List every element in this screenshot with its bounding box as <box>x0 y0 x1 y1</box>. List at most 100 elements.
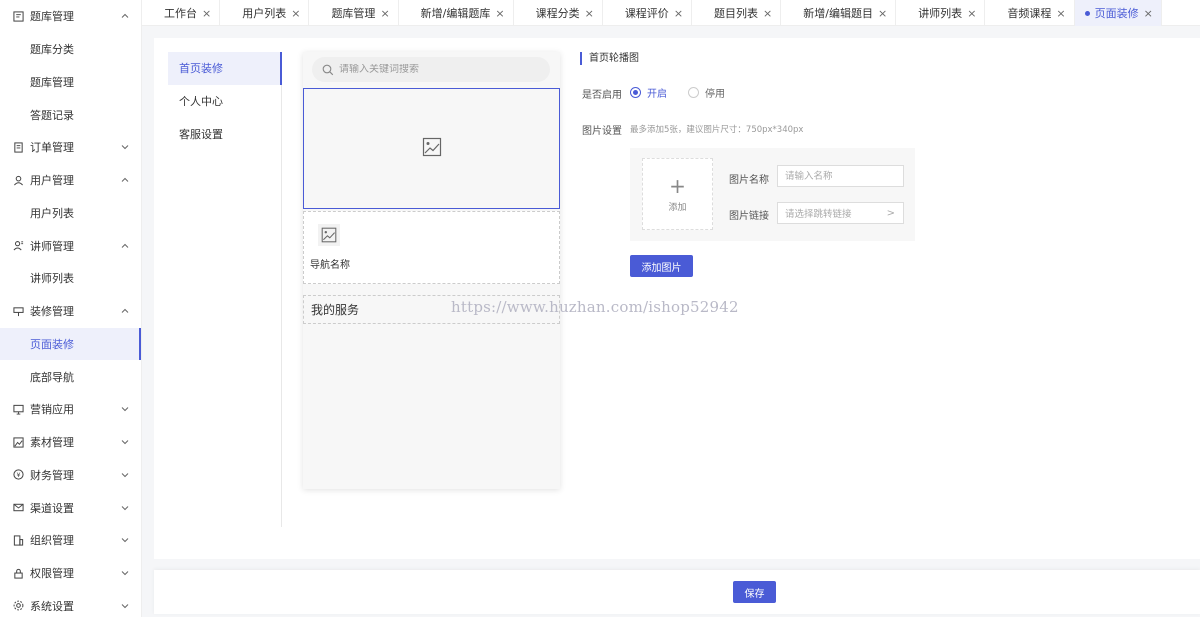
chevron-up-icon <box>121 242 129 250</box>
close-icon[interactable]: × <box>763 7 772 20</box>
radio-circle <box>688 87 699 98</box>
tab[interactable]: 题库管理 × <box>309 0 399 26</box>
marketing-icon <box>12 403 24 415</box>
tab[interactable]: 新增/编辑题库 × <box>399 0 514 26</box>
chevron-down-icon <box>121 602 129 610</box>
sidebar-group-label: 素材管理 <box>30 436 74 450</box>
sidebar-item[interactable]: 用户列表 <box>0 197 141 230</box>
image-item-card: + 添加 图片名称 图片链接 请选择跳转链接 > <box>630 148 915 241</box>
sidebar-group-label: 营销应用 <box>30 403 74 417</box>
add-image-tile[interactable]: + 添加 <box>642 158 713 230</box>
radio-enable-on[interactable]: 开启 <box>630 85 667 100</box>
subnav-item[interactable]: 个人中心 <box>168 85 281 118</box>
chevron-down-icon <box>121 569 129 577</box>
tab-label: 题目列表 <box>714 7 759 20</box>
tab[interactable]: 题目列表 × <box>692 0 782 26</box>
sidebar-group[interactable]: 装修管理 <box>0 295 141 328</box>
section-title: 首页轮播图 <box>580 52 639 65</box>
chevron-up-icon <box>121 176 129 184</box>
close-icon[interactable]: × <box>1056 7 1065 20</box>
subnav-item[interactable]: 首页装修 <box>168 52 282 85</box>
radio-on-label: 开启 <box>647 89 667 100</box>
sidebar-item[interactable]: 页面装修 <box>0 327 141 361</box>
sidebar-group[interactable]: ¥ 财务管理 <box>0 459 141 492</box>
sidebar-item[interactable]: 底部导航 <box>0 360 141 393</box>
image-link-label: 图片链接 <box>729 211 769 222</box>
nav-block[interactable]: 导航名称 <box>303 211 560 284</box>
tab[interactable]: 用户列表 × <box>220 0 310 26</box>
channel-icon <box>12 502 24 514</box>
sidebar-group-label: 渠道设置 <box>30 501 74 515</box>
sidebar-group-label: 讲师管理 <box>30 239 74 253</box>
save-button[interactable]: 保存 <box>733 581 776 603</box>
close-icon[interactable]: × <box>380 7 389 20</box>
tab-label: 讲师列表 <box>918 7 963 20</box>
sidebar-group[interactable]: 订单管理 <box>0 131 141 164</box>
banner-placeholder[interactable] <box>303 88 560 209</box>
sidebar-item[interactable]: 讲师列表 <box>0 262 141 295</box>
sidebar-group[interactable]: 系统设置 <box>0 590 141 617</box>
user-icon <box>12 174 24 186</box>
add-image-button[interactable]: 添加图片 <box>630 255 693 277</box>
sidebar-group-label: 系统设置 <box>30 599 74 613</box>
image-hint: 最多添加5张，建议图片尺寸：750px*340px <box>630 125 804 135</box>
close-icon[interactable]: × <box>291 7 300 20</box>
chevron-down-icon <box>121 536 129 544</box>
sidebar-group-label: 用户管理 <box>30 174 74 188</box>
sidebar-group[interactable]: 组织管理 <box>0 524 141 557</box>
sidebar-item[interactable]: 答题记录 <box>0 98 141 131</box>
plus-icon: + <box>669 173 686 198</box>
sidebar-group[interactable]: 营销应用 <box>0 393 141 426</box>
question-bank-icon <box>12 10 24 22</box>
image-placeholder-icon <box>422 137 442 160</box>
link-placeholder: 请选择跳转链接 <box>785 209 852 220</box>
image-name-input[interactable] <box>777 165 904 187</box>
order-icon <box>12 141 24 153</box>
preview-search-bar[interactable] <box>312 57 550 82</box>
close-icon[interactable]: × <box>674 7 683 20</box>
sidebar-group[interactable]: 渠道设置 <box>0 491 141 524</box>
sidebar-item[interactable]: 题库管理 <box>0 66 141 99</box>
image-link-select[interactable]: 请选择跳转链接 > <box>777 202 904 224</box>
phone-preview: 导航名称 我的服务 <box>303 52 560 489</box>
chevron-down-icon <box>121 504 129 512</box>
tab[interactable]: 音频课程 × <box>985 0 1075 26</box>
sidebar-group-label: 装修管理 <box>30 305 74 319</box>
sidebar-group[interactable]: 用户管理 <box>0 164 141 197</box>
tab-label: 音频课程 <box>1007 7 1052 20</box>
subnav-item[interactable]: 客服设置 <box>168 118 281 151</box>
close-icon[interactable]: × <box>1144 7 1153 20</box>
tab[interactable]: 课程评价 × <box>603 0 693 26</box>
sidebar-group[interactable]: 讲师管理 <box>0 229 141 262</box>
svg-text:¥: ¥ <box>16 471 20 479</box>
radio-enable-off[interactable]: 停用 <box>688 85 725 100</box>
tab[interactable]: 讲师列表 × <box>896 0 986 26</box>
enable-label: 是否启用 <box>582 90 622 101</box>
close-icon[interactable]: × <box>202 7 211 20</box>
close-icon[interactable]: × <box>495 7 504 20</box>
page-subnav: 首页装修 个人中心 客服设置 <box>168 52 282 527</box>
tab[interactable]: 页面装修 × <box>1074 0 1162 26</box>
tab-label: 页面装修 <box>1094 7 1139 20</box>
tab-label: 工作台 <box>164 7 197 20</box>
tab-bar: 工作台 × 用户列表 × 题库管理 × 新增/编辑题库 × 课程分类 × 课程评价 × 题目列表 × 新增/… <box>142 0 1200 26</box>
radio-circle <box>630 87 641 98</box>
chevron-down-icon <box>121 471 129 479</box>
sidebar-group[interactable]: 素材管理 <box>0 426 141 459</box>
sidebar-group[interactable]: 题库管理 <box>0 0 141 33</box>
settings-icon <box>12 600 24 612</box>
preview-search-input[interactable] <box>339 64 539 75</box>
close-icon[interactable]: × <box>967 7 976 20</box>
tab[interactable]: 新增/编辑题目 × <box>781 0 897 26</box>
chevron-up-icon <box>121 307 129 315</box>
tab-label: 题库管理 <box>331 7 376 20</box>
tab[interactable]: 课程分类 × <box>514 0 603 26</box>
sidebar-group[interactable]: 权限管理 <box>0 557 141 590</box>
close-icon[interactable]: × <box>585 7 594 20</box>
add-tile-label: 添加 <box>668 202 687 213</box>
close-icon[interactable]: × <box>878 7 887 20</box>
active-dot-icon <box>1084 10 1090 16</box>
tab[interactable]: 工作台 × <box>142 0 221 26</box>
sidebar-item[interactable]: 题库分类 <box>0 33 141 66</box>
organization-icon <box>12 534 24 546</box>
